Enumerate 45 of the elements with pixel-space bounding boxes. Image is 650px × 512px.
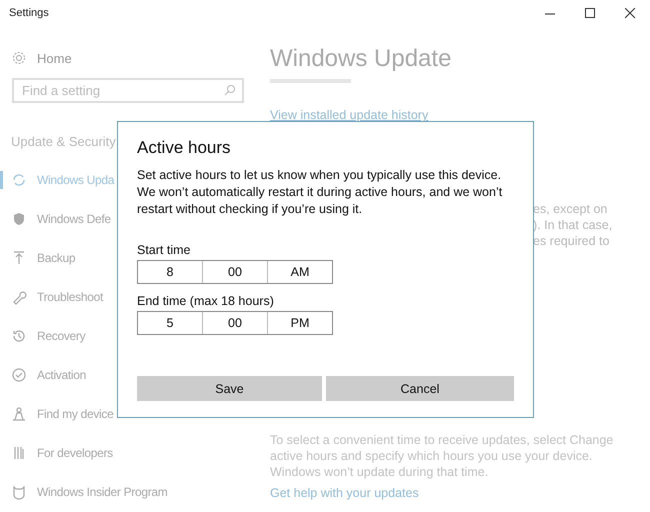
cat-icon <box>11 484 27 500</box>
home-item[interactable]: Home <box>11 45 270 71</box>
history-icon <box>11 328 27 344</box>
search-field[interactable]: Find a setting <box>12 78 244 103</box>
shield-icon <box>11 210 27 226</box>
time-label: End time (max 18 hours) <box>137 294 275 310</box>
hour-cell[interactable]: 8 <box>138 261 202 283</box>
sidebar-item[interactable]: Windows Insider Program <box>0 472 170 511</box>
sync-icon <box>11 172 27 188</box>
sidebar-item[interactable]: For developers <box>0 433 115 472</box>
period-cell[interactable]: AM <box>267 261 332 283</box>
minute-cell[interactable]: 00 <box>202 312 267 334</box>
page-title: Windows Update <box>270 44 452 74</box>
search-icon <box>224 84 236 96</box>
history-link[interactable]: View installed update history <box>270 108 428 122</box>
sidebar-item[interactable]: Activation <box>0 355 88 394</box>
wrench-icon <box>11 288 27 304</box>
minute-cell[interactable]: 00 <box>202 261 267 283</box>
time-label: Start time <box>137 243 192 259</box>
save-button[interactable]: Save <box>137 376 322 401</box>
settings-icon <box>11 50 27 66</box>
sidebar-item[interactable]: Troubleshoot <box>0 277 105 316</box>
upload-icon <box>11 250 27 266</box>
help-link[interactable]: Get help with your updates <box>270 486 419 500</box>
dialog-title: Active hours <box>137 137 232 159</box>
check-circle-icon <box>11 366 27 382</box>
window-title: Settings <box>9 7 50 19</box>
person-icon <box>11 406 27 422</box>
sidebar-item[interactable]: Backup <box>0 238 78 277</box>
sidebar-item[interactable]: Find my device <box>0 394 116 433</box>
time-picker[interactable]: 8 00 AM <box>137 260 333 284</box>
cancel-button[interactable]: Cancel <box>326 376 514 401</box>
period-cell[interactable]: PM <box>267 312 332 334</box>
text-line: es, except on <box>533 201 608 217</box>
active-hours-text: To select a convenient time to receive updates, select Change active hours and specify which hours you use your device. Windows won’t update during that time. <box>270 432 614 480</box>
hour-cell[interactable]: 5 <box>138 312 202 334</box>
maximize-icon <box>584 8 596 18</box>
close-icon <box>624 8 636 18</box>
text-line: es required to <box>533 233 610 249</box>
sidebar-item[interactable]: Windows Defe <box>0 199 113 238</box>
sidebar-item[interactable]: Recovery <box>0 316 88 355</box>
dialog-text: Set active hours to let us know when you typically use this device. We won’t automatically restart it during active hours, and we won’t restart without checking if you’re using it. <box>137 167 504 218</box>
section-heading: Update & Security <box>11 134 116 150</box>
time-picker[interactable]: 5 00 PM <box>137 311 333 335</box>
sidebar-item[interactable]: Windows Upda <box>0 160 116 199</box>
